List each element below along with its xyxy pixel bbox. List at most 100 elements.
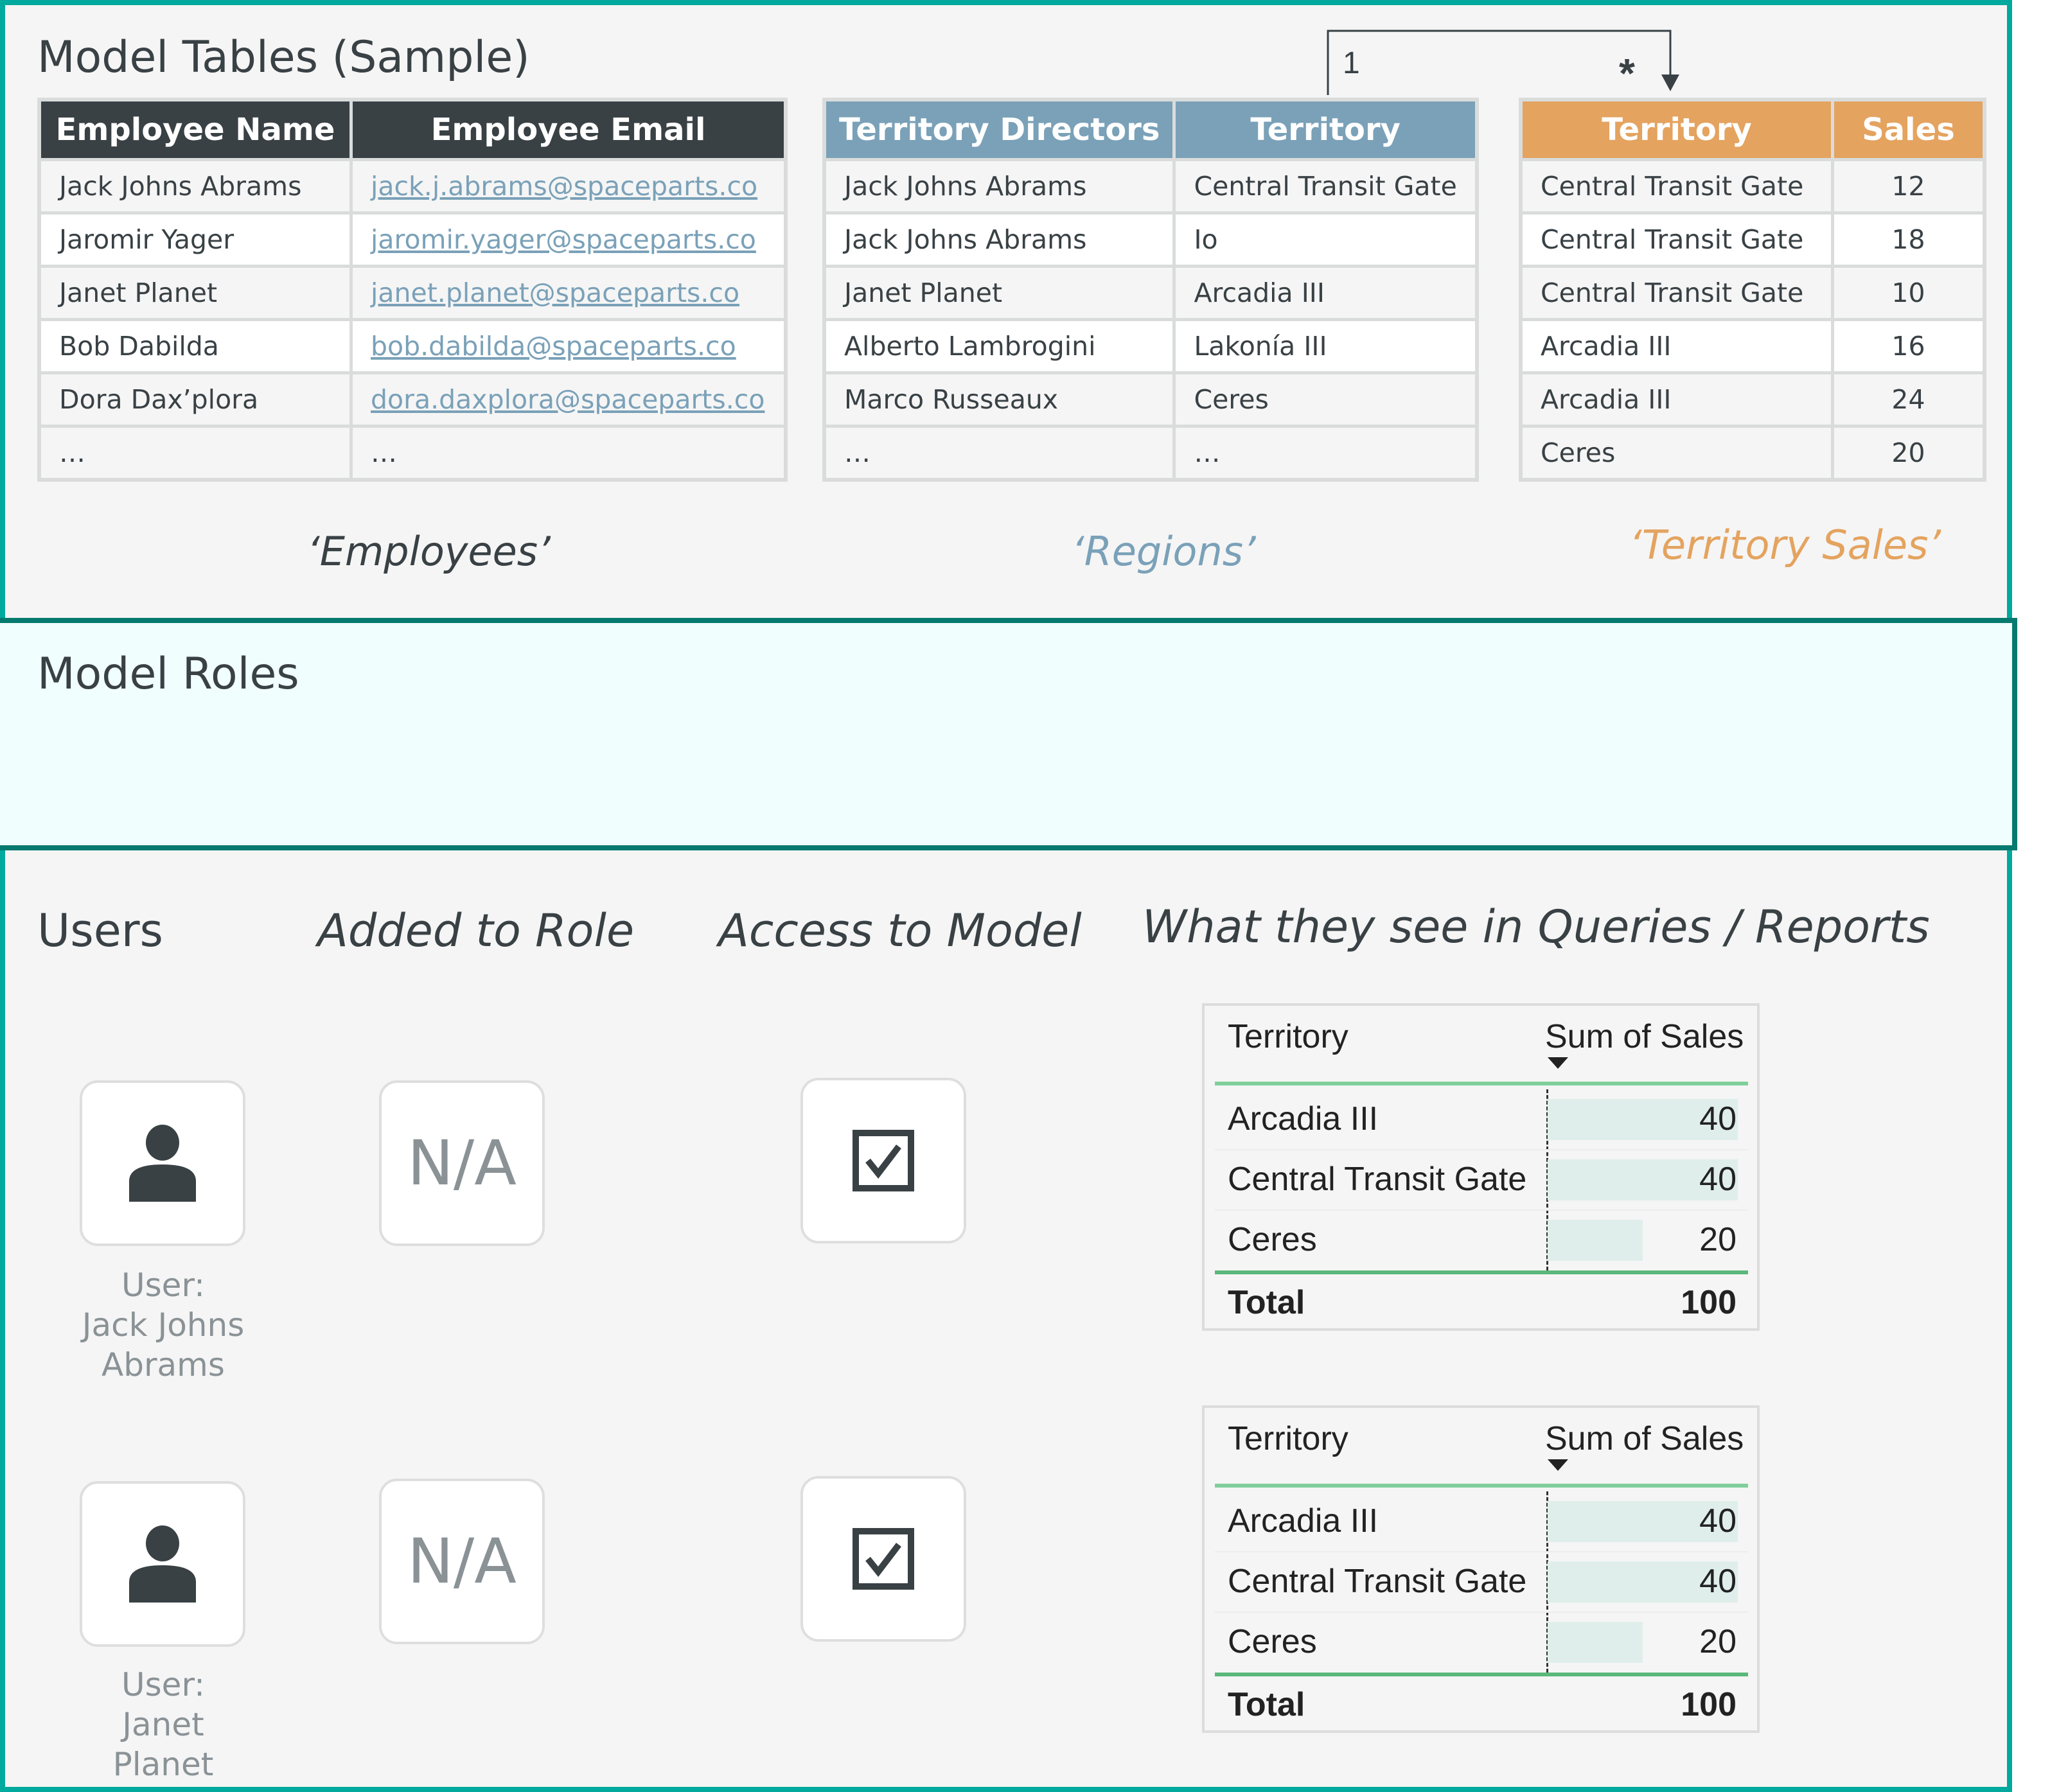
territory-cell: Central Transit Gate — [1228, 1161, 1527, 1198]
employees-table: Employee Name Employee Email Jack Johns … — [37, 98, 788, 482]
table-row: Janet Planet janet.planet@spaceparts.co — [37, 265, 788, 321]
total-label: Total — [1228, 1686, 1305, 1723]
employee-email-link[interactable]: jack.j.abrams@spaceparts.co — [371, 171, 757, 202]
table-row: Jack Johns Abrams Io — [822, 211, 1479, 268]
sales-cell: 20 — [1699, 1623, 1737, 1660]
employee-email-link[interactable]: janet.planet@spaceparts.co — [371, 277, 739, 308]
column-header: Sales — [1831, 98, 1986, 161]
table-row: Dora Dax’plora dora.daxplora@spaceparts.c… — [37, 371, 788, 428]
row-separator — [1215, 1551, 1748, 1552]
table-row: Bob Dabilda bob.dabilda@spaceparts.co — [37, 318, 788, 374]
sales-cell: 20 — [1699, 1221, 1737, 1258]
user-label-jack: User: Jack Johns Abrams — [67, 1265, 260, 1385]
employee-email-link[interactable]: dora.daxplora@spaceparts.co — [371, 384, 764, 415]
access-card-janet — [800, 1476, 966, 1642]
query-result-table-jack: Territory Sum of Sales Arcadia III 40 Centra… — [1202, 1003, 1760, 1331]
employee-email-link[interactable]: bob.dabilda@spaceparts.co — [371, 331, 736, 362]
employee-name: Jack Johns Abrams — [37, 158, 353, 215]
table-row: Jack Johns Abrams Central Transit Gate — [822, 158, 1479, 215]
employee-name: Janet Planet — [37, 265, 353, 321]
territory-name: Lakonía III — [1172, 318, 1479, 374]
column-header: Employee Email — [349, 98, 788, 161]
total-rule — [1215, 1673, 1748, 1676]
employee-name: Bob Dabilda — [37, 318, 353, 374]
sales-value: 20 — [1831, 425, 1986, 482]
total-value: 100 — [1681, 1686, 1737, 1723]
ellipsis-cell: … — [1172, 425, 1479, 482]
table-row: …… — [37, 425, 788, 482]
regions-caption: ‘Regions’ — [1072, 528, 1256, 575]
checkbox-checked-icon — [853, 1528, 914, 1590]
user-label-prefix: User: — [121, 1267, 205, 1304]
header-rule — [1215, 1082, 1748, 1085]
director-name: Marco Russeaux — [822, 371, 1176, 428]
users-heading: Users — [37, 904, 164, 957]
total-value: 100 — [1681, 1284, 1737, 1321]
column-header: Territory Directors — [822, 98, 1176, 161]
table-row: Ceres 20 — [1519, 425, 1986, 482]
director-name: Janet Planet — [822, 265, 1176, 321]
role-card-jack: N/A — [379, 1080, 545, 1246]
director-name: Jack Johns Abrams — [822, 211, 1176, 268]
model-roles-section: Model Roles — [0, 618, 2017, 850]
table-row: Janet Planet Arcadia III — [822, 265, 1479, 321]
header-rule — [1215, 1484, 1748, 1488]
territory-name: Ceres — [1519, 425, 1834, 482]
person-icon — [129, 1125, 196, 1202]
checkbox-checked-icon — [853, 1130, 914, 1191]
employee-email-link[interactable]: jaromir.yager@spaceparts.co — [371, 224, 756, 255]
table-row: Arcadia III 24 — [1519, 371, 1986, 428]
employees-caption: ‘Employees’ — [307, 528, 551, 575]
table-row: Central Transit Gate 12 — [1519, 158, 1986, 215]
role-card-janet: N/A — [379, 1479, 545, 1644]
table-row: Jaromir Yager jaromir.yager@spaceparts.co — [37, 211, 788, 268]
director-name: Alberto Lambrogini — [822, 318, 1176, 374]
table-row: Arcadia III 16 — [1519, 318, 1986, 374]
employee-name: Jaromir Yager — [37, 211, 353, 268]
ellipsis-cell: … — [37, 425, 353, 482]
sort-descending-icon[interactable] — [1548, 1057, 1568, 1069]
sort-descending-icon[interactable] — [1548, 1459, 1568, 1471]
territory-name: Ceres — [1172, 371, 1479, 428]
territory-cell: Central Transit Gate — [1228, 1563, 1527, 1600]
person-icon — [129, 1525, 196, 1603]
territory-cell: Ceres — [1228, 1623, 1317, 1660]
column-header-territory[interactable]: Territory — [1228, 1017, 1348, 1056]
model-roles-title: Model Roles — [37, 649, 299, 699]
user-card-jack — [80, 1080, 245, 1246]
relationship-many-label: * — [1619, 50, 1635, 96]
employee-name: Dora Dax’plora — [37, 371, 353, 428]
sales-cell: 40 — [1699, 1161, 1737, 1198]
territory-name: Central Transit Gate — [1519, 158, 1834, 215]
ellipsis-cell: … — [349, 425, 788, 482]
territory-name: Arcadia III — [1519, 318, 1834, 374]
access-card-jack — [800, 1078, 966, 1243]
column-header: Territory — [1172, 98, 1479, 161]
sales-cell: 40 — [1699, 1502, 1737, 1540]
user-label-prefix: User: — [121, 1666, 205, 1703]
table-row: Central Transit Gate 18 — [1519, 211, 1986, 268]
sales-cell: 40 — [1699, 1563, 1737, 1600]
sales-value: 16 — [1831, 318, 1986, 374]
query-result-table-janet: Territory Sum of Sales Arcadia III 40 Centra… — [1202, 1405, 1760, 1733]
relationship-one-label: 1 — [1343, 46, 1360, 80]
user-name-line: Jack Johns — [82, 1306, 245, 1344]
user-name-line: Janet Planet — [112, 1706, 214, 1783]
column-header-sum-of-sales[interactable]: Sum of Sales — [1545, 1419, 1744, 1458]
model-tables-title: Model Tables (Sample) — [37, 32, 530, 83]
territory-name: Central Transit Gate — [1172, 158, 1479, 215]
territory-name: Arcadia III — [1172, 265, 1479, 321]
table-row: Alberto Lambrogini Lakonía III — [822, 318, 1479, 374]
sales-cell: 40 — [1699, 1100, 1737, 1138]
table-row: Jack Johns Abrams jack.j.abrams@spacepart… — [37, 158, 788, 215]
territory-cell: Arcadia III — [1228, 1502, 1379, 1540]
territory-name: Arcadia III — [1519, 371, 1834, 428]
added-to-role-heading: Added to Role — [317, 904, 635, 957]
total-rule — [1215, 1270, 1748, 1274]
table-row: Marco Russeaux Ceres — [822, 371, 1479, 428]
sales-value: 18 — [1831, 211, 1986, 268]
table-row: Central Transit Gate 10 — [1519, 265, 1986, 321]
column-header-territory[interactable]: Territory — [1228, 1419, 1348, 1458]
column-header-sum-of-sales[interactable]: Sum of Sales — [1545, 1017, 1744, 1056]
relationship-arrow-icon — [1661, 75, 1679, 91]
